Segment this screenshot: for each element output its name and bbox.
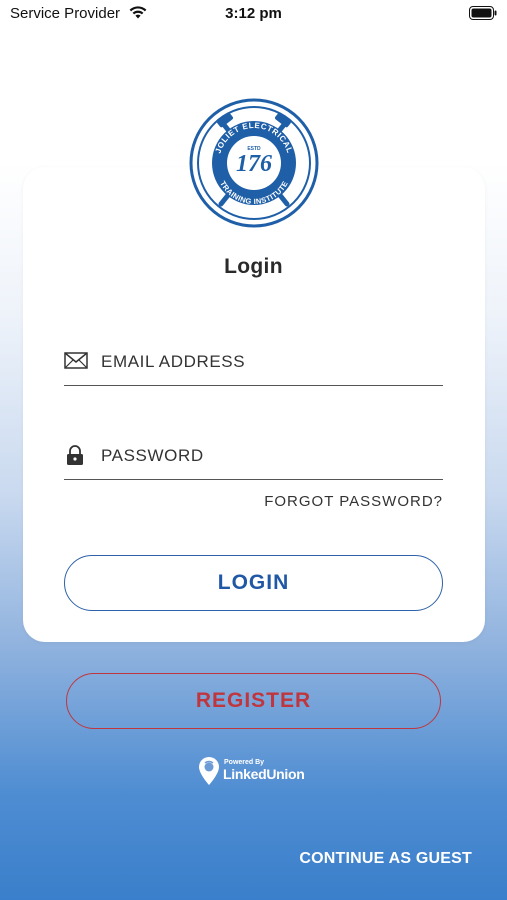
page-title: Login xyxy=(224,255,283,278)
logo-number: 176 xyxy=(236,151,272,177)
email-input[interactable] xyxy=(101,348,431,376)
lock-icon xyxy=(67,445,83,465)
powered-by-linkedunion: Powered By LinkedUnion xyxy=(198,756,318,786)
email-field[interactable] xyxy=(64,346,443,386)
register-button[interactable]: REGISTER xyxy=(66,673,441,729)
login-button[interactable]: LOGIN xyxy=(64,555,443,611)
continue-as-guest-link[interactable]: CONTINUE AS GUEST xyxy=(299,850,472,868)
password-input[interactable] xyxy=(101,442,431,470)
powered-by-label: Powered By xyxy=(224,759,265,766)
forgot-password-link[interactable]: FORGOT PASSWORD? xyxy=(264,493,443,510)
clock-time: 3:12 pm xyxy=(225,5,282,22)
map-pin-icon xyxy=(199,757,219,785)
battery-icon xyxy=(469,6,497,20)
brand-name: LinkedUnion xyxy=(223,766,305,782)
password-field[interactable] xyxy=(64,440,443,480)
status-bar: Service Provider 3:12 pm xyxy=(0,0,507,28)
envelope-icon xyxy=(64,352,88,369)
union-seal-logo: JOLIET ELECTRICAL TRAINING INSTITUTE EST… xyxy=(189,98,319,228)
